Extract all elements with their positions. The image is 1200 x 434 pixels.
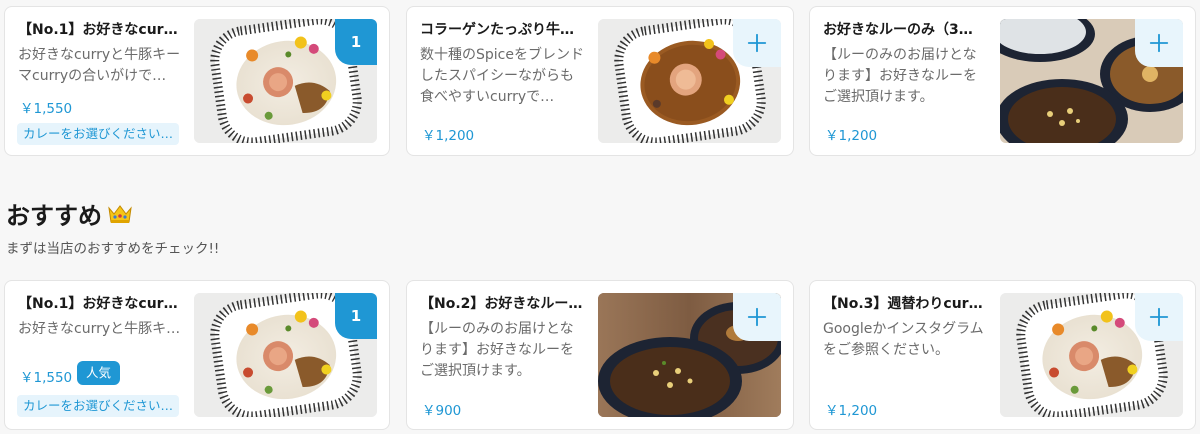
popular-badge: 人気 (77, 361, 121, 385)
item-price: ￥1,200 (422, 128, 475, 144)
item-title: 【No.1】お好きなcurr… (18, 296, 183, 312)
quantity-badge[interactable]: 1 (335, 293, 377, 339)
option-tag[interactable]: カレーをお選びください… (17, 123, 180, 145)
item-title: コラーゲンたっぷり牛… (420, 22, 574, 38)
section-title: おすすめ (6, 196, 134, 231)
add-button[interactable] (1135, 293, 1183, 341)
plus-icon (747, 33, 767, 53)
section-title-text: おすすめ (6, 202, 102, 230)
item-description: お好きなcurryと牛豚キ… (18, 321, 181, 337)
menu-card[interactable]: 【No.3】週替わりcurr… Googleかインスタグラムをご参照ください。 … (809, 280, 1196, 430)
item-price: ￥1,550 (20, 101, 73, 117)
item-title: 【No.3】週替わりcurr… (823, 296, 988, 312)
item-title: お好きなルーのみ（3… (823, 22, 973, 38)
option-tag[interactable]: カレーをお選びください… (17, 395, 180, 417)
plus-icon (747, 307, 767, 327)
item-description: お好きなcurryと牛豚キーマcurryの合いがけで… (18, 47, 181, 84)
item-description: Googleかインスタグラムをご参照ください。 (823, 321, 984, 358)
menu-card[interactable]: 【No.1】お好きなcurr… お好きなcurryと牛豚キーマcurryの合いが… (4, 6, 390, 156)
item-title: 【No.1】お好きなcurr… (18, 22, 183, 38)
menu-card[interactable]: コラーゲンたっぷり牛… 数十種のSpiceをブレンドしたスパイシーながらも食べや… (406, 6, 794, 156)
item-description: 数十種のSpiceをブレンドしたスパイシーながらも食べやすいcurryで… (420, 47, 584, 105)
plus-icon (1149, 33, 1169, 53)
menu-card[interactable]: 【No.1】お好きなcurr… お好きなcurryと牛豚キ… ￥1,550 人気… (4, 280, 390, 430)
quantity-badge[interactable]: 1 (335, 19, 377, 65)
add-button[interactable] (733, 19, 781, 67)
crown-icon (108, 204, 132, 223)
item-price: ￥1,550 (20, 370, 73, 386)
item-description: 【ルーのみのお届けとなります】お好きなルーをご選択頂けます。 (420, 321, 574, 379)
item-description: 【ルーのみのお届けとなります】お好きなルーをご選択頂けます。 (823, 47, 977, 105)
item-price: ￥1,200 (825, 403, 878, 419)
menu-card[interactable]: 【No.2】お好きなルー… 【ルーのみのお届けとなります】お好きなルーをご選択頂… (406, 280, 794, 430)
item-price: ￥1,200 (825, 128, 878, 144)
plus-icon (1149, 307, 1169, 327)
add-button[interactable] (733, 293, 781, 341)
section-subtitle: まずは当店のおすすめをチェック!! (6, 241, 220, 257)
item-price: ￥900 (422, 403, 462, 419)
item-title: 【No.2】お好きなルー… (420, 296, 583, 312)
menu-card[interactable]: お好きなルーのみ（3… 【ルーのみのお届けとなります】お好きなルーをご選択頂けま… (809, 6, 1196, 156)
add-button[interactable] (1135, 19, 1183, 67)
